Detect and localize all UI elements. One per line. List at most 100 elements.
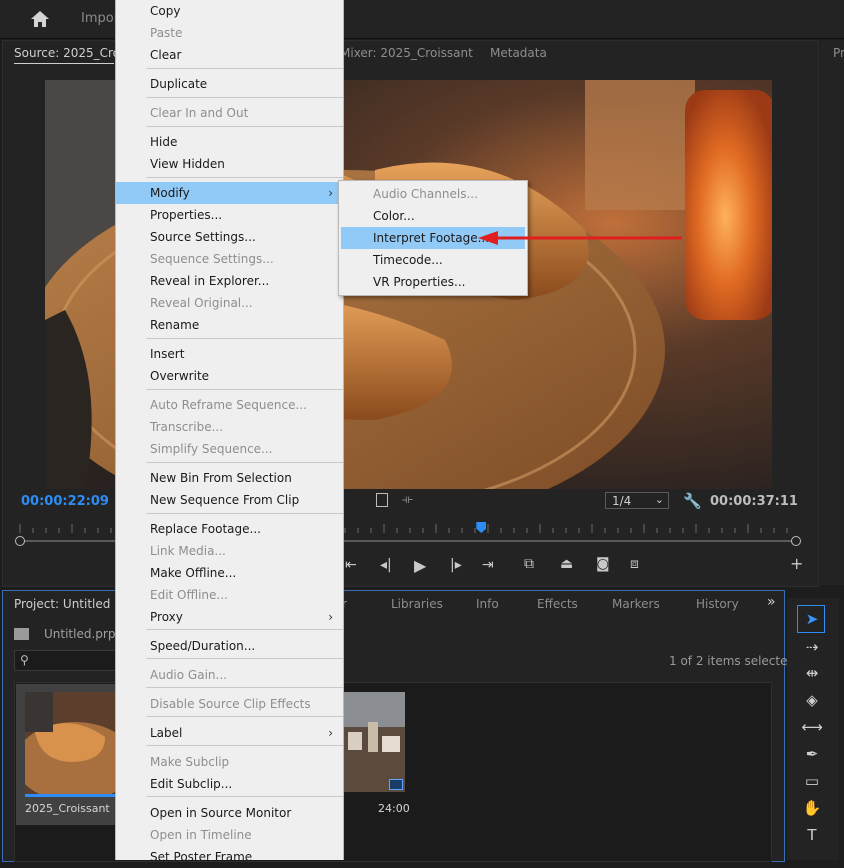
out-handle[interactable] <box>791 536 801 546</box>
menu-item-make-subclip[interactable]: Make Subclip <box>116 751 343 773</box>
menu-item-new-sequence-from-clip[interactable]: New Sequence From Clip <box>116 489 343 511</box>
go-to-out-icon[interactable]: ⇥ <box>482 557 494 573</box>
menu-item-open-in-source-monitor[interactable]: Open in Source Monitor <box>116 802 343 824</box>
film-frame-icon[interactable] <box>376 493 388 507</box>
menu-item-copy[interactable]: Copy <box>116 0 343 22</box>
rectangle-tool-icon[interactable]: ▭ <box>801 771 823 791</box>
menu-separator <box>146 177 343 178</box>
type-tool-icon[interactable]: T <box>801 825 823 845</box>
menu-separator <box>146 513 343 514</box>
menu-item-source-settings[interactable]: Source Settings... <box>116 226 343 248</box>
folder-up-icon[interactable] <box>14 628 29 640</box>
chevron-right-icon: › <box>328 610 333 624</box>
in-handle[interactable] <box>15 536 25 546</box>
tab-libraries[interactable]: Libraries <box>391 597 443 611</box>
menu-item-transcribe[interactable]: Transcribe... <box>116 416 343 438</box>
menu-item-hide[interactable]: Hide <box>116 131 343 153</box>
tab-info[interactable]: Info <box>476 597 499 611</box>
menu-item-disable-source-clip-effects[interactable]: Disable Source Clip Effects <box>116 693 343 715</box>
source-current-timecode[interactable]: 00:00:22:09 <box>21 494 109 509</box>
submenu-item-audio-channels[interactable]: Audio Channels... <box>341 183 525 205</box>
slip-tool-icon[interactable]: ⟷ <box>801 717 823 737</box>
search-icon: ⚲ <box>20 653 29 667</box>
menu-item-label: Clear In and Out <box>150 106 249 120</box>
menu-item-auto-reframe-sequence[interactable]: Auto Reframe Sequence... <box>116 394 343 416</box>
menu-item-label: Disable Source Clip Effects <box>150 697 311 711</box>
pen-tool-icon[interactable]: ✒ <box>801 744 823 764</box>
menu-item-overwrite[interactable]: Overwrite <box>116 365 343 387</box>
wrench-settings-icon[interactable]: 🔧 <box>683 492 702 510</box>
selection-status: 1 of 2 items selected <box>669 654 796 668</box>
menu-item-make-offline[interactable]: Make Offline... <box>116 562 343 584</box>
menu-item-label: Rename <box>150 318 200 332</box>
menu-item-reveal-in-explorer[interactable]: Reveal in Explorer... <box>116 270 343 292</box>
menu-item-label[interactable]: Label › <box>116 722 343 744</box>
track-select-tool-icon[interactable]: ⇢ <box>801 637 823 657</box>
menu-item-label: Insert <box>150 347 185 361</box>
menu-item-edit-offline[interactable]: Edit Offline... <box>116 584 343 606</box>
menu-item-open-in-timeline[interactable]: Open in Timeline <box>116 824 343 846</box>
menu-separator <box>146 716 343 717</box>
menu-item-properties[interactable]: Properties... <box>116 204 343 226</box>
menu-item-label: Reveal in Explorer... <box>150 274 270 288</box>
menu-item-label: Replace Footage... <box>150 522 261 536</box>
project-item-thumbnail[interactable] <box>338 692 405 792</box>
menu-item-rename[interactable]: Rename <box>116 314 343 336</box>
menu-item-proxy[interactable]: Proxy › <box>116 606 343 628</box>
menu-item-set-poster-frame[interactable]: Set Poster Frame <box>116 846 343 868</box>
selection-tool-icon[interactable]: ➤ <box>801 609 823 629</box>
menu-item-clear-in-and-out[interactable]: Clear In and Out <box>116 102 343 124</box>
menu-item-label: Edit Offline... <box>150 588 228 602</box>
submenu-item-color[interactable]: Color... <box>341 205 525 227</box>
overwrite-icon[interactable]: ⏏ <box>560 556 573 572</box>
step-forward-icon[interactable]: |▸ <box>450 557 462 573</box>
ripple-edit-tool-icon[interactable]: ⇹ <box>801 663 823 683</box>
submenu-item-vr-properties[interactable]: VR Properties... <box>341 271 525 293</box>
menu-item-replace-footage[interactable]: Replace Footage... <box>116 518 343 540</box>
step-back-icon[interactable]: ◂| <box>380 557 392 573</box>
panel-overflow-icon[interactable]: » <box>767 594 776 610</box>
submenu-item-label: VR Properties... <box>373 275 466 289</box>
step-back-to-in-icon[interactable]: ⇤ <box>345 557 357 573</box>
razor-tool-icon[interactable]: ◈ <box>801 690 823 710</box>
menu-item-reveal-original[interactable]: Reveal Original... <box>116 292 343 314</box>
add-button-icon[interactable]: + <box>790 554 803 573</box>
zoom-level-select[interactable]: 1/4 ⌄ <box>605 492 669 509</box>
tab-markers[interactable]: Markers <box>612 597 660 611</box>
tab-project[interactable]: Project: Untitled <box>14 597 110 611</box>
menu-item-link-media[interactable]: Link Media... <box>116 540 343 562</box>
menu-item-insert[interactable]: Insert <box>116 343 343 365</box>
menu-item-duplicate[interactable]: Duplicate <box>116 73 343 95</box>
hand-tool-icon[interactable]: ✋ <box>801 798 823 818</box>
tab-history[interactable]: History <box>696 597 739 611</box>
play-icon[interactable]: ▶ <box>414 556 426 575</box>
drag-audio-icon[interactable]: ⟛ <box>402 492 413 507</box>
import-tab[interactable]: Impor <box>81 11 119 26</box>
tab-effects[interactable]: Effects <box>537 597 578 611</box>
menu-item-sequence-settings[interactable]: Sequence Settings... <box>116 248 343 270</box>
tab-audio-clip-mixer[interactable]: Mixer: 2025_Croissant <box>340 46 473 60</box>
menu-item-modify[interactable]: Modify › <box>116 182 343 204</box>
camera-export-frame-icon[interactable]: ◙ <box>596 556 610 572</box>
menu-item-view-hidden[interactable]: View Hidden <box>116 153 343 175</box>
menu-item-new-bin-from-selection[interactable]: New Bin From Selection <box>116 467 343 489</box>
insert-icon[interactable]: ⧉ <box>524 556 534 572</box>
menu-item-label: Transcribe... <box>150 420 224 434</box>
tab-metadata[interactable]: Metadata <box>490 46 547 60</box>
menu-item-paste[interactable]: Paste <box>116 22 343 44</box>
menu-item-clear[interactable]: Clear <box>116 44 343 66</box>
menu-item-audio-gain[interactable]: Audio Gain... <box>116 664 343 686</box>
menu-item-simplify-sequence[interactable]: Simplify Sequence... <box>116 438 343 460</box>
menu-item-edit-subclip[interactable]: Edit Subclip... <box>116 773 343 795</box>
home-icon[interactable] <box>30 10 50 28</box>
sequence-badge-icon <box>389 779 403 790</box>
menu-separator <box>146 338 343 339</box>
menu-item-label: Edit Subclip... <box>150 777 233 791</box>
button-editor-icon[interactable]: ⧈ <box>630 556 639 572</box>
submenu-item-timecode[interactable]: Timecode... <box>341 249 525 271</box>
project-item-duration: 24:00 <box>378 802 410 815</box>
project-item-thumbnail[interactable] <box>25 692 117 796</box>
tab-program[interactable]: Pr <box>833 46 844 60</box>
submenu-item-label: Timecode... <box>373 253 443 267</box>
menu-item-speed-duration[interactable]: Speed/Duration... <box>116 635 343 657</box>
